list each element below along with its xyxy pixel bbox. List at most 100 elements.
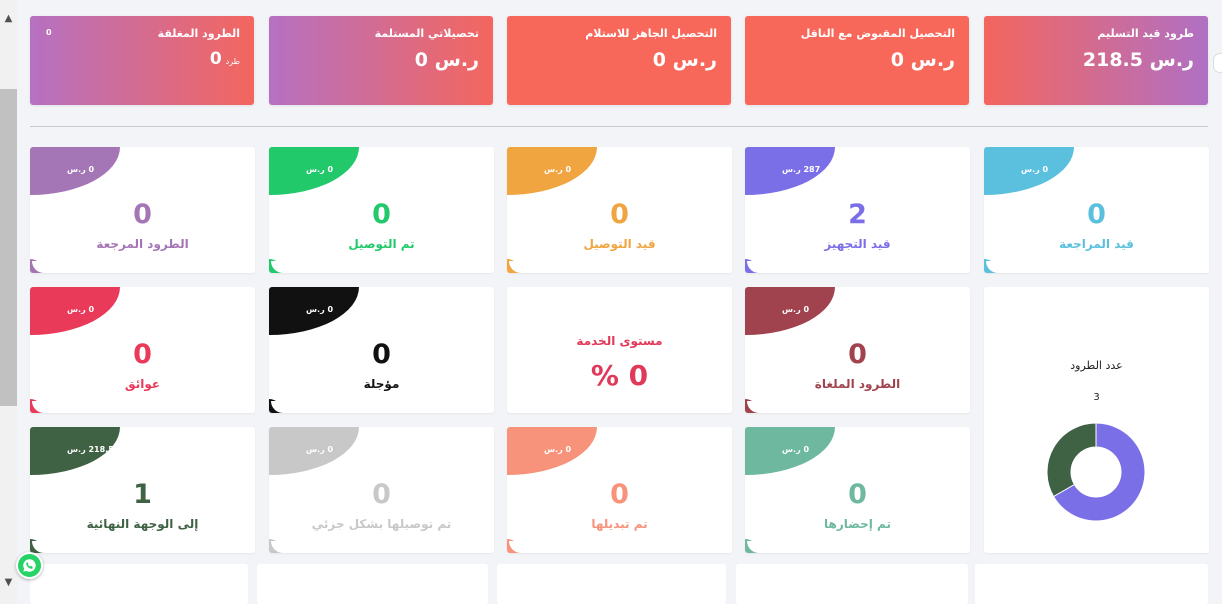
card-count: 0 xyxy=(848,339,867,370)
top-card-title: طرود قيد التسليم xyxy=(1097,27,1194,40)
card-label: تم توصيلها بشكل جزئي xyxy=(311,517,452,531)
card-count: 0 xyxy=(133,339,152,370)
status-card[interactable]: 0 ر.س 0 تم التوصيل xyxy=(269,147,494,273)
top-card-corner-count: 0 xyxy=(46,28,52,37)
scroll-thumb[interactable] xyxy=(0,89,17,406)
card-count: 0 xyxy=(372,479,391,510)
card-sum: 0 ر.س xyxy=(67,165,95,174)
section-divider xyxy=(30,126,1208,127)
service-level-title: مستوى الخدمة xyxy=(576,334,663,348)
donut-slice-1[interactable] xyxy=(1046,422,1097,498)
card-sum: 0 ر.س xyxy=(544,165,572,174)
card-count: 0 xyxy=(1087,199,1106,230)
card-label: قيد التوصيل xyxy=(583,237,656,251)
bottom-card xyxy=(257,564,488,604)
card-sum: 0 ر.س xyxy=(1021,165,1049,174)
card-foot-accent xyxy=(30,259,46,273)
card-foot-accent xyxy=(269,259,285,273)
bottom-card xyxy=(497,564,726,604)
vertical-scrollbar[interactable]: ▲ ▼ xyxy=(0,0,17,604)
card-count: 0 xyxy=(372,339,391,370)
card-sum: 0 ر.س xyxy=(306,305,334,314)
top-card-value: 218.5 ر.س xyxy=(1082,49,1194,71)
top-card-title: التحصيل الجاهز للاستلام xyxy=(585,27,717,40)
card-sum: 0 ر.س xyxy=(67,305,95,314)
status-card[interactable]: 0 ر.س 0 الطرود المرجعة xyxy=(30,147,255,273)
card-count: 1 xyxy=(133,479,152,510)
card-sum: 0 ر.س xyxy=(306,445,334,454)
riyal-icon: ر.س xyxy=(434,49,479,71)
card-label: إلى الوجهة النهائية xyxy=(86,517,199,531)
chart-title: عدد الطرود xyxy=(1070,359,1123,372)
status-card[interactable]: 0 ر.س 0 مؤجلة xyxy=(269,287,494,413)
service-level-value: 0 % xyxy=(590,359,649,392)
card-foot-accent xyxy=(745,259,761,273)
card-sum: 218.5 ر.س xyxy=(67,445,114,454)
whatsapp-icon[interactable] xyxy=(16,552,43,579)
top-card-my-received-collections[interactable]: تحصيلاتي المستلمة 0 ر.س xyxy=(269,16,493,105)
card-sum: 0 ر.س xyxy=(544,445,572,454)
card-label: قيد التجهيز xyxy=(824,237,891,251)
status-card[interactable]: 0 ر.س 0 تم تبديلها xyxy=(507,427,732,553)
card-label: تم إحضارها xyxy=(824,517,891,531)
card-label: قيد المراجعة xyxy=(1059,237,1134,251)
scroll-up-arrow-icon[interactable]: ▲ xyxy=(0,10,17,27)
status-card[interactable]: 0 ر.س 0 قيد المراجعة xyxy=(984,147,1209,273)
bottom-card xyxy=(736,564,968,604)
card-label: الطرود الملغاة xyxy=(814,377,901,391)
card-label: تم التوصيل xyxy=(348,237,415,251)
chart-total: 3 xyxy=(1093,392,1100,403)
card-count: 0 xyxy=(372,199,391,230)
service-level-card: مستوى الخدمة 0 % xyxy=(507,287,732,413)
side-toggle-button[interactable] xyxy=(1213,53,1222,73)
card-count: 2 xyxy=(848,199,867,230)
bottom-card xyxy=(975,564,1208,604)
top-card-in-delivery[interactable]: طرود قيد التسليم 218.5 ر.س xyxy=(984,16,1208,105)
card-sum: 0 ر.س xyxy=(782,445,810,454)
card-label: تم تبديلها xyxy=(591,517,648,531)
donut-chart[interactable] xyxy=(1046,422,1146,522)
status-card[interactable]: 0 ر.س 0 الطرود الملغاة xyxy=(745,287,970,413)
card-foot-accent xyxy=(507,259,523,273)
card-foot-accent xyxy=(745,539,761,553)
riyal-icon: ر.س xyxy=(910,49,955,71)
bottom-card xyxy=(30,564,248,604)
scroll-down-arrow-icon[interactable]: ▼ xyxy=(0,574,17,591)
top-card-value: 0 طرد xyxy=(209,49,240,69)
card-label: الطرود المرجعة xyxy=(96,237,189,251)
card-sum: 287 ر.س xyxy=(782,165,821,174)
card-foot-accent xyxy=(507,539,523,553)
card-foot-accent xyxy=(269,539,285,553)
status-card[interactable]: 0 ر.س 0 تم إحضارها xyxy=(745,427,970,553)
status-card[interactable]: 287 ر.س 2 قيد التجهيز xyxy=(745,147,970,273)
status-card[interactable]: 218.5 ر.س 1 إلى الوجهة النهائية xyxy=(30,427,255,553)
riyal-icon: ر.س xyxy=(672,49,717,71)
card-foot-accent xyxy=(984,259,1000,273)
card-sum: 0 ر.س xyxy=(782,305,810,314)
parcels-count-chart-card: عدد الطرود 3 xyxy=(984,287,1209,553)
top-card-value: 0 ر.س xyxy=(652,49,717,71)
card-count: 0 xyxy=(848,479,867,510)
card-count: 0 xyxy=(610,479,629,510)
unit-label: طرد xyxy=(225,57,240,66)
top-card-closed-parcels[interactable]: الطرود المغلقة 0 0 طرد xyxy=(30,16,254,105)
riyal-icon: ر.س xyxy=(1149,49,1194,71)
status-card[interactable]: 0 ر.س 0 تم توصيلها بشكل جزئي xyxy=(269,427,494,553)
top-card-ready-collection[interactable]: التحصيل الجاهز للاستلام 0 ر.س xyxy=(507,16,731,105)
card-foot-accent xyxy=(30,539,46,553)
card-foot-accent xyxy=(30,399,46,413)
top-card-value: 0 ر.س xyxy=(414,49,479,71)
top-card-collected-with-carrier[interactable]: التحصيل المقبوض مع الناقل 0 ر.س xyxy=(745,16,969,105)
card-label: مؤجلة xyxy=(363,377,400,391)
status-card[interactable]: 0 ر.س 0 قيد التوصيل xyxy=(507,147,732,273)
top-card-title: تحصيلاتي المستلمة xyxy=(374,27,479,40)
top-card-value: 0 ر.س xyxy=(890,49,955,71)
card-foot-accent xyxy=(745,399,761,413)
card-label: عوائق xyxy=(124,377,161,391)
status-card[interactable]: 0 ر.س 0 عوائق xyxy=(30,287,255,413)
card-count: 0 xyxy=(610,199,629,230)
card-count: 0 xyxy=(133,199,152,230)
card-sum: 0 ر.س xyxy=(306,165,334,174)
card-foot-accent xyxy=(269,399,285,413)
top-card-title: الطرود المغلقة xyxy=(157,27,240,40)
